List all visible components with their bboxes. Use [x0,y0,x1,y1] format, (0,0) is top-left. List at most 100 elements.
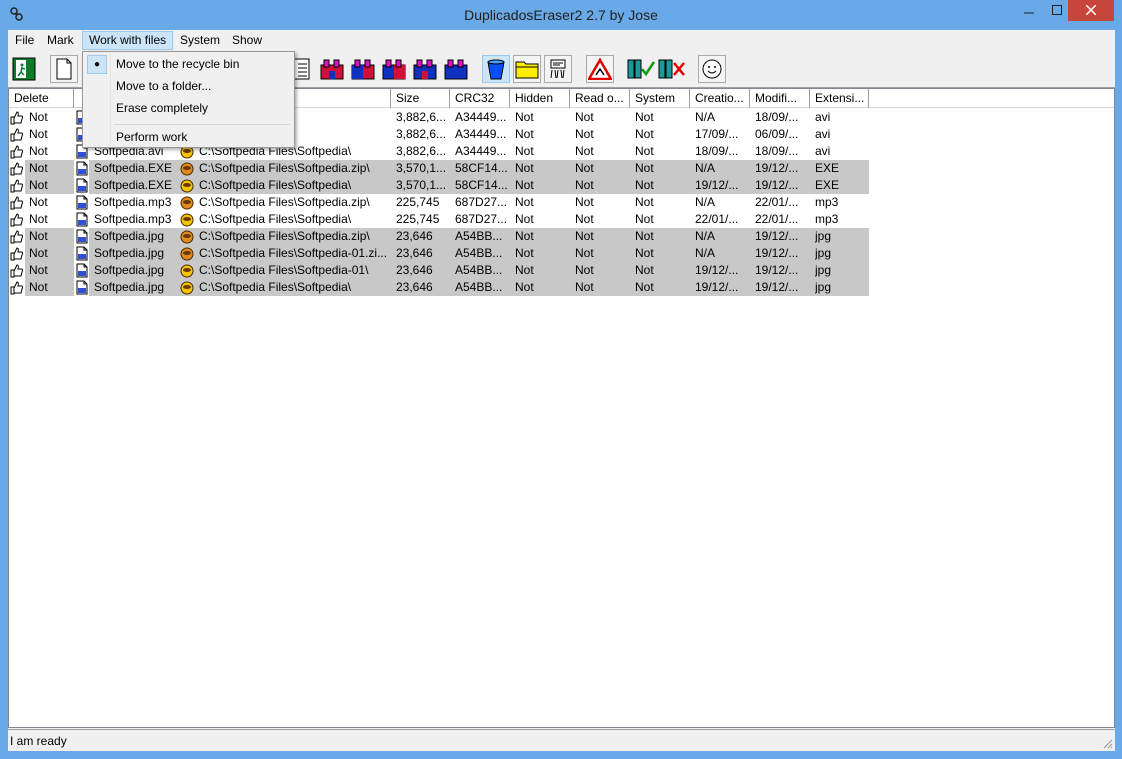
cell-size: 225,745 [396,212,440,226]
new-button[interactable] [50,55,78,83]
cell-created: N/A [695,195,716,209]
thumbs-up-icon[interactable] [10,195,24,210]
thumbs-up-icon[interactable] [10,178,24,193]
cell-path: C:\Softpedia Files\Softpedia\ [199,212,352,226]
perform-work-button[interactable] [586,55,614,83]
thumbs-up-icon[interactable] [10,144,24,159]
bucket-icon [487,59,505,80]
cell-path: C:\Softpedia Files\Softpedia-01\ [199,263,369,277]
maximize-icon [1052,5,1062,15]
app-window: DuplicadosEraser2 2.7 by Jose File Mark … [0,0,1122,759]
cell-read-only: Not [575,195,594,209]
column-header-hidden[interactable]: Hidden [510,89,570,108]
cell-size: 225,745 [396,195,440,209]
cell-delete: Not [29,246,48,260]
cell-created: 19/12/... [695,178,739,192]
radio-bullet-icon: ● [87,55,107,74]
menu-system[interactable]: System [174,31,226,50]
resize-grip-icon[interactable] [1101,737,1113,749]
menu-item-erase-completely[interactable]: Erase completely [85,97,292,119]
table-row[interactable]: Not Softpedia.EXE C:\Softpedia Files\Softp… [9,160,869,177]
thumbs-up-icon[interactable] [10,280,24,295]
menu-work-with-files[interactable]: Work with files [82,31,174,50]
cell-crc32: A54BB... [455,246,503,260]
table-row[interactable]: Not Softpedia.EXE C:\Softpedia Files\Softp… [9,177,869,194]
cell-hidden: Not [515,127,534,141]
mark-2-button[interactable] [349,55,377,83]
menu-separator [114,124,290,125]
uncheck-button[interactable] [658,55,686,83]
table-row[interactable]: Not Softpedia.mp3 C:\Softpedia Files\Softp… [9,194,869,211]
cell-hidden: Not [515,178,534,192]
table-row[interactable]: Not Softpedia.jpg C:\Softpedia Files\Softp… [9,228,869,245]
cell-extension: jpg [815,246,832,260]
mark-3-button[interactable] [380,55,408,83]
column-header-delete[interactable]: Delete [9,89,74,108]
cell-path: C:\Softpedia Files\Softpedia.zip\ [199,229,370,243]
cell-extension: avi [815,127,831,141]
folder-location-icon [180,281,194,295]
column-header-read-only[interactable]: Read o... [570,89,630,108]
column-header-extension[interactable]: Extensi... [810,89,869,108]
thumbs-up-icon[interactable] [10,263,24,278]
cell-modified: 18/09/... [755,144,799,158]
exit-icon [12,57,36,81]
title-bar[interactable]: DuplicadosEraser2 2.7 by Jose [0,0,1122,30]
thumbs-up-icon[interactable] [10,246,24,261]
status-text: I am ready [10,734,67,748]
column-header-size[interactable]: Size [391,89,450,108]
thumbs-up-icon[interactable] [10,229,24,244]
cell-extension: avi [815,144,831,158]
thumbs-up-icon[interactable] [10,161,24,176]
menu-item-perform-work[interactable]: Perform work [85,126,292,148]
cell-modified: 19/12/... [755,246,799,260]
menu-item-move-to-folder[interactable]: Move to a folder... [85,75,292,97]
cell-hidden: Not [515,263,534,277]
duplicates-list[interactable]: Delete Size CRC32 Hidden Read o... Syste… [8,88,1115,728]
cell-read-only: Not [575,229,594,243]
exit-button[interactable] [10,55,38,83]
table-row[interactable]: Not Softpedia.jpg C:\Softpedia Files\Softp… [9,262,869,279]
window-title: DuplicadosEraser2 2.7 by Jose [464,7,658,23]
menu-item-label: Move to a folder... [116,79,212,93]
cell-extension: jpg [815,263,832,277]
table-row[interactable]: Not Softpedia.mp3 C:\Softpedia Files\Softp… [9,211,869,228]
cell-modified: 19/12/... [755,280,799,294]
cell-crc32: A34449... [455,144,507,158]
mark-1-button[interactable] [318,55,346,83]
move-to-folder-button[interactable] [513,55,541,83]
cell-read-only: Not [575,263,594,277]
minimize-button[interactable] [1014,0,1044,22]
cell-crc32: A34449... [455,127,507,141]
mark-4-button[interactable] [411,55,439,83]
cell-crc32: A54BB... [455,229,503,243]
column-header-created[interactable]: Creatio... [690,89,750,108]
thumbs-up-icon[interactable] [10,212,24,227]
table-row[interactable]: Not Softpedia.jpg C:\Softpedia Files\Softp… [9,279,869,296]
cell-hidden: Not [515,280,534,294]
about-button[interactable] [698,55,726,83]
close-button[interactable] [1068,0,1114,21]
table-row[interactable]: Not Softpedia.jpg C:\Softpedia Files\Softp… [9,245,869,262]
cell-crc32: 687D27... [455,195,508,209]
castle-blue-icon [444,59,468,80]
column-header-crc32[interactable]: CRC32 [450,89,510,108]
cell-hidden: Not [515,246,534,260]
menu-file[interactable]: File [9,31,40,50]
mark-5-button[interactable] [442,55,470,83]
menu-show[interactable]: Show [226,31,268,50]
check-button[interactable] [627,55,655,83]
thumbs-up-icon[interactable] [10,110,24,125]
cell-created: N/A [695,246,716,260]
menu-mark[interactable]: Mark [41,31,80,50]
column-header-modified[interactable]: Modifi... [750,89,810,108]
thumbs-up-icon[interactable] [10,127,24,142]
cell-modified: 19/12/... [755,178,799,192]
recycle-bin-button[interactable] [482,55,510,83]
cell-extension: EXE [815,161,840,175]
column-header-system[interactable]: System [630,89,690,108]
erase-button[interactable] [544,55,572,83]
cell-read-only: Not [575,127,594,141]
menu-item-move-to-recycle-bin[interactable]: ● Move to the recycle bin [85,53,292,75]
cell-delete: Not [29,280,48,294]
